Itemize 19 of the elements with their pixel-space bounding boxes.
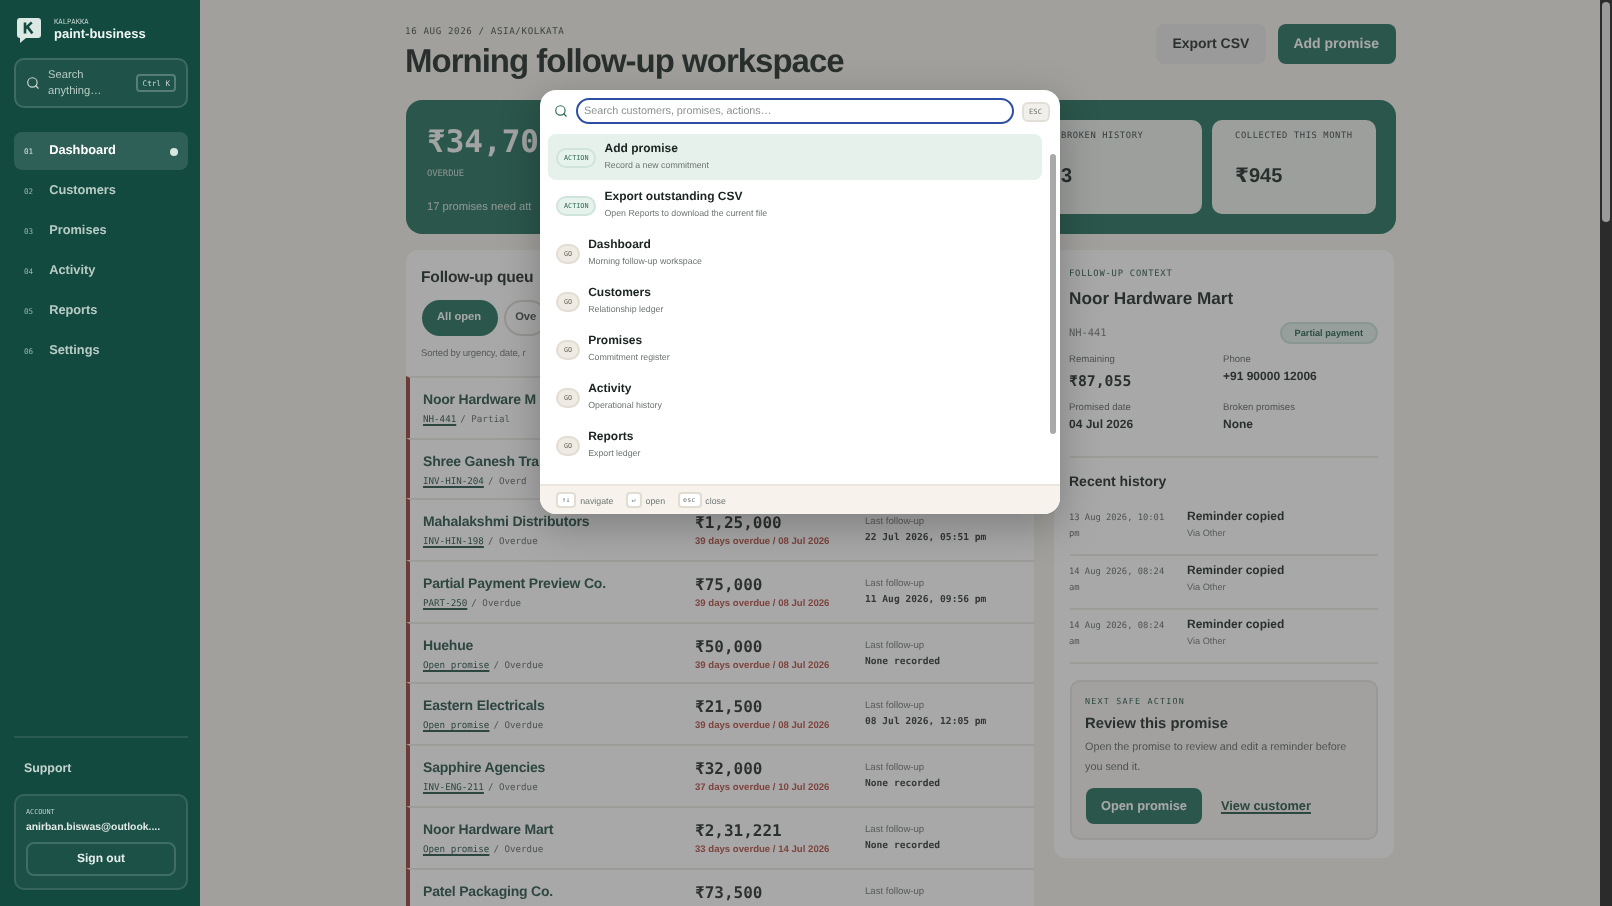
search-icon bbox=[26, 76, 40, 90]
customer-title: Noor Hardware Mart bbox=[1069, 288, 1236, 308]
amount: ₹75,000 bbox=[695, 576, 763, 595]
overdue-amount: ₹34,70 bbox=[427, 122, 539, 162]
amount: ₹73,500 bbox=[695, 883, 763, 901]
amount: ₹21,500 bbox=[695, 698, 763, 717]
amount: ₹1,25,000 bbox=[695, 514, 782, 533]
page-scrollbar[interactable] bbox=[1600, 0, 1612, 906]
scrollbar-thumb[interactable] bbox=[1049, 154, 1055, 434]
amount: ₹32,000 bbox=[695, 760, 763, 779]
stat-value: ₹945 bbox=[1235, 166, 1285, 188]
scrollbar-thumb[interactable] bbox=[1602, 2, 1610, 222]
amount: ₹50,000 bbox=[695, 637, 763, 656]
active-dot bbox=[170, 147, 178, 155]
page-title: Morning follow-up workspace bbox=[405, 44, 844, 82]
search-icon bbox=[554, 104, 568, 118]
stat-value: 3 bbox=[1061, 166, 1075, 188]
amount: ₹2,31,221 bbox=[695, 821, 782, 840]
logo-icon bbox=[16, 16, 42, 44]
